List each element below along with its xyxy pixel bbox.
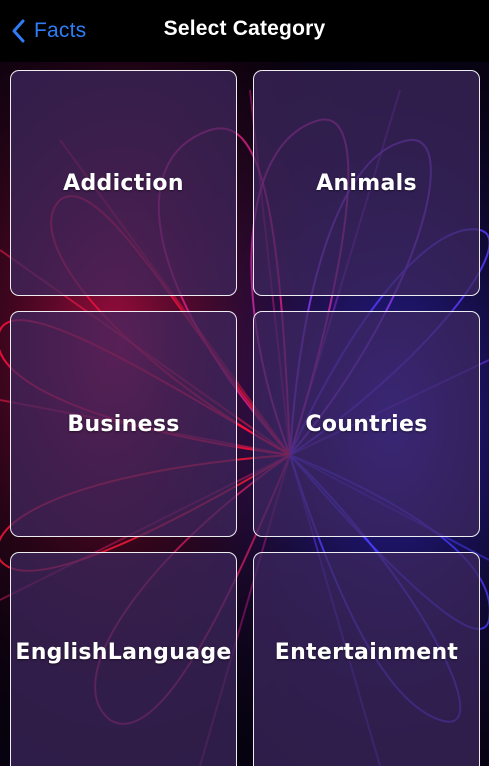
category-label: Business [67,411,180,437]
category-grid: Addiction Animals Business Countries Eng… [0,0,489,766]
page-title: Select Category [163,17,326,40]
category-tile-english-language[interactable]: EnglishLanguage [10,552,237,766]
category-screen: Facts Select Category Addiction Animals … [0,0,489,766]
navigation-bar: Facts Select Category [0,0,489,62]
category-label: Addiction [63,170,184,196]
category-tile-addiction[interactable]: Addiction [10,70,237,296]
category-tile-countries[interactable]: Countries [253,311,480,537]
category-label: Countries [305,411,428,437]
category-tile-entertainment[interactable]: Entertainment [253,552,480,766]
category-tile-business[interactable]: Business [10,311,237,537]
category-label: EnglishLanguage [15,639,232,665]
category-label: Animals [316,170,417,196]
category-label: Entertainment [274,639,459,665]
category-tile-animals[interactable]: Animals [253,70,480,296]
